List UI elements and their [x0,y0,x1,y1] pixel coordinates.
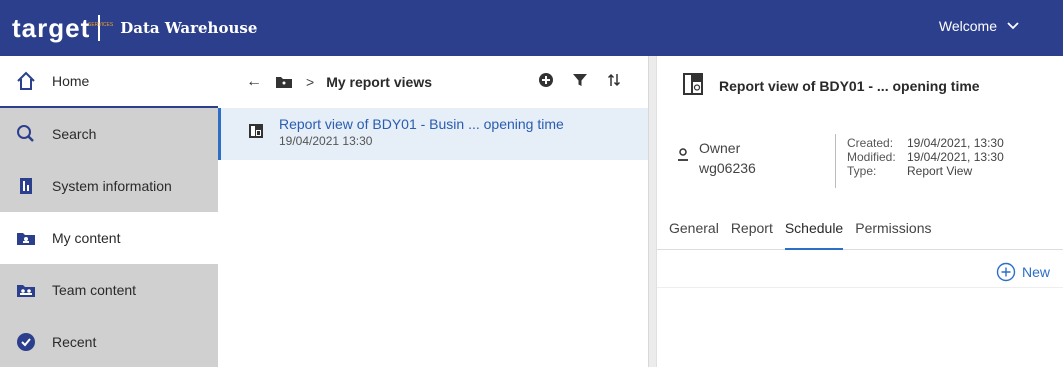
tab-general[interactable]: General [669,216,719,250]
sidebar-item-system-information[interactable]: System information [0,160,218,212]
folder-team-icon [16,280,36,300]
app-title: Data Warehouse [120,19,258,37]
chevron-down-icon [1007,22,1019,30]
owner-value: wg06236 [699,160,756,176]
report-view-icon [249,124,263,143]
add-circle-icon [996,262,1016,282]
back-arrow-icon[interactable]: ← [246,73,262,91]
breadcrumb: ← > My report views [218,56,648,108]
breadcrumb-title: My report views [326,74,433,90]
list-item[interactable]: Report view of BDY01 - Busin ... opening… [218,108,648,160]
sidebar-item-my-content[interactable]: My content [0,212,218,264]
sidebar-item-label: System information [52,178,172,194]
welcome-menu[interactable]: Welcome [939,18,1019,34]
sidebar-item-label: Search [52,126,97,142]
add-icon[interactable] [538,72,554,88]
created-label: Created: [847,136,894,150]
report-view-icon [683,72,703,100]
sidebar-item-search[interactable]: Search [0,108,218,160]
modified-value: 19/04/2021, 13:30 [907,150,1004,164]
recent-icon [16,332,36,352]
sidebar-item-label: Team content [52,282,137,298]
sort-icon[interactable] [606,72,622,88]
filter-icon[interactable] [572,72,588,88]
created-value: 19/04/2021, 13:30 [907,136,1004,150]
folder-user-icon [16,228,36,248]
panel-splitter[interactable] [648,56,656,367]
list-toolbar [538,72,622,88]
tab-permissions[interactable]: Permissions [855,216,931,250]
sidebar-item-recent[interactable]: Recent [0,316,218,367]
user-icon [677,148,689,167]
content-list-panel: ← > My report views Report view of BDY01… [218,56,648,367]
meta-divider [835,134,836,188]
sidebar-item-team-content[interactable]: Team content [0,264,218,316]
owner-label: Owner [699,140,741,156]
search-icon [16,124,36,144]
system-info-icon [16,176,36,196]
sidebar-nav: Home Search System information My conten… [0,56,218,367]
tab-schedule[interactable]: Schedule [784,216,844,250]
target-logo[interactable]: target SERVICES [12,13,113,43]
modified-label: Modified: [847,150,896,164]
sidebar-item-label: Home [52,73,90,89]
folder-breadcrumb-icon[interactable] [276,76,292,88]
logo-separator [98,15,101,41]
logo-text: target [12,13,91,43]
breadcrumb-separator: > [306,74,315,90]
sidebar-item-home[interactable]: Home [0,56,218,108]
new-button-label: New [1021,264,1050,280]
list-item-title: Report view of BDY01 - Busin ... opening… [279,116,564,132]
sidebar-item-label: Recent [52,334,97,350]
top-header: target SERVICES Data Warehouse Welcome [0,0,1063,56]
details-header: Report view of BDY01 - ... opening time [657,56,1063,116]
new-schedule-button[interactable]: New [996,262,1050,282]
list-item-date: 19/04/2021 13:30 [279,134,373,148]
welcome-label: Welcome [938,18,997,34]
metadata-block: Created: 19/04/2021, 13:30 Modified: 19/04… [847,136,1004,178]
app-window: target SERVICES Data Warehouse Welcome H… [0,0,1063,367]
type-value: Report View [907,164,973,178]
details-panel: Report view of BDY01 - ... opening time … [656,56,1063,367]
schedule-toolbar: New [657,252,1063,288]
home-icon [16,71,36,91]
sidebar-item-label: My content [52,230,121,246]
logo-subtext: SERVICES [88,22,114,28]
details-tabs: General Report Schedule Permissions [657,216,1063,250]
type-label: Type: [847,164,877,178]
tab-report[interactable]: Report [731,216,773,250]
details-title: Report view of BDY01 - ... opening time [719,78,980,94]
